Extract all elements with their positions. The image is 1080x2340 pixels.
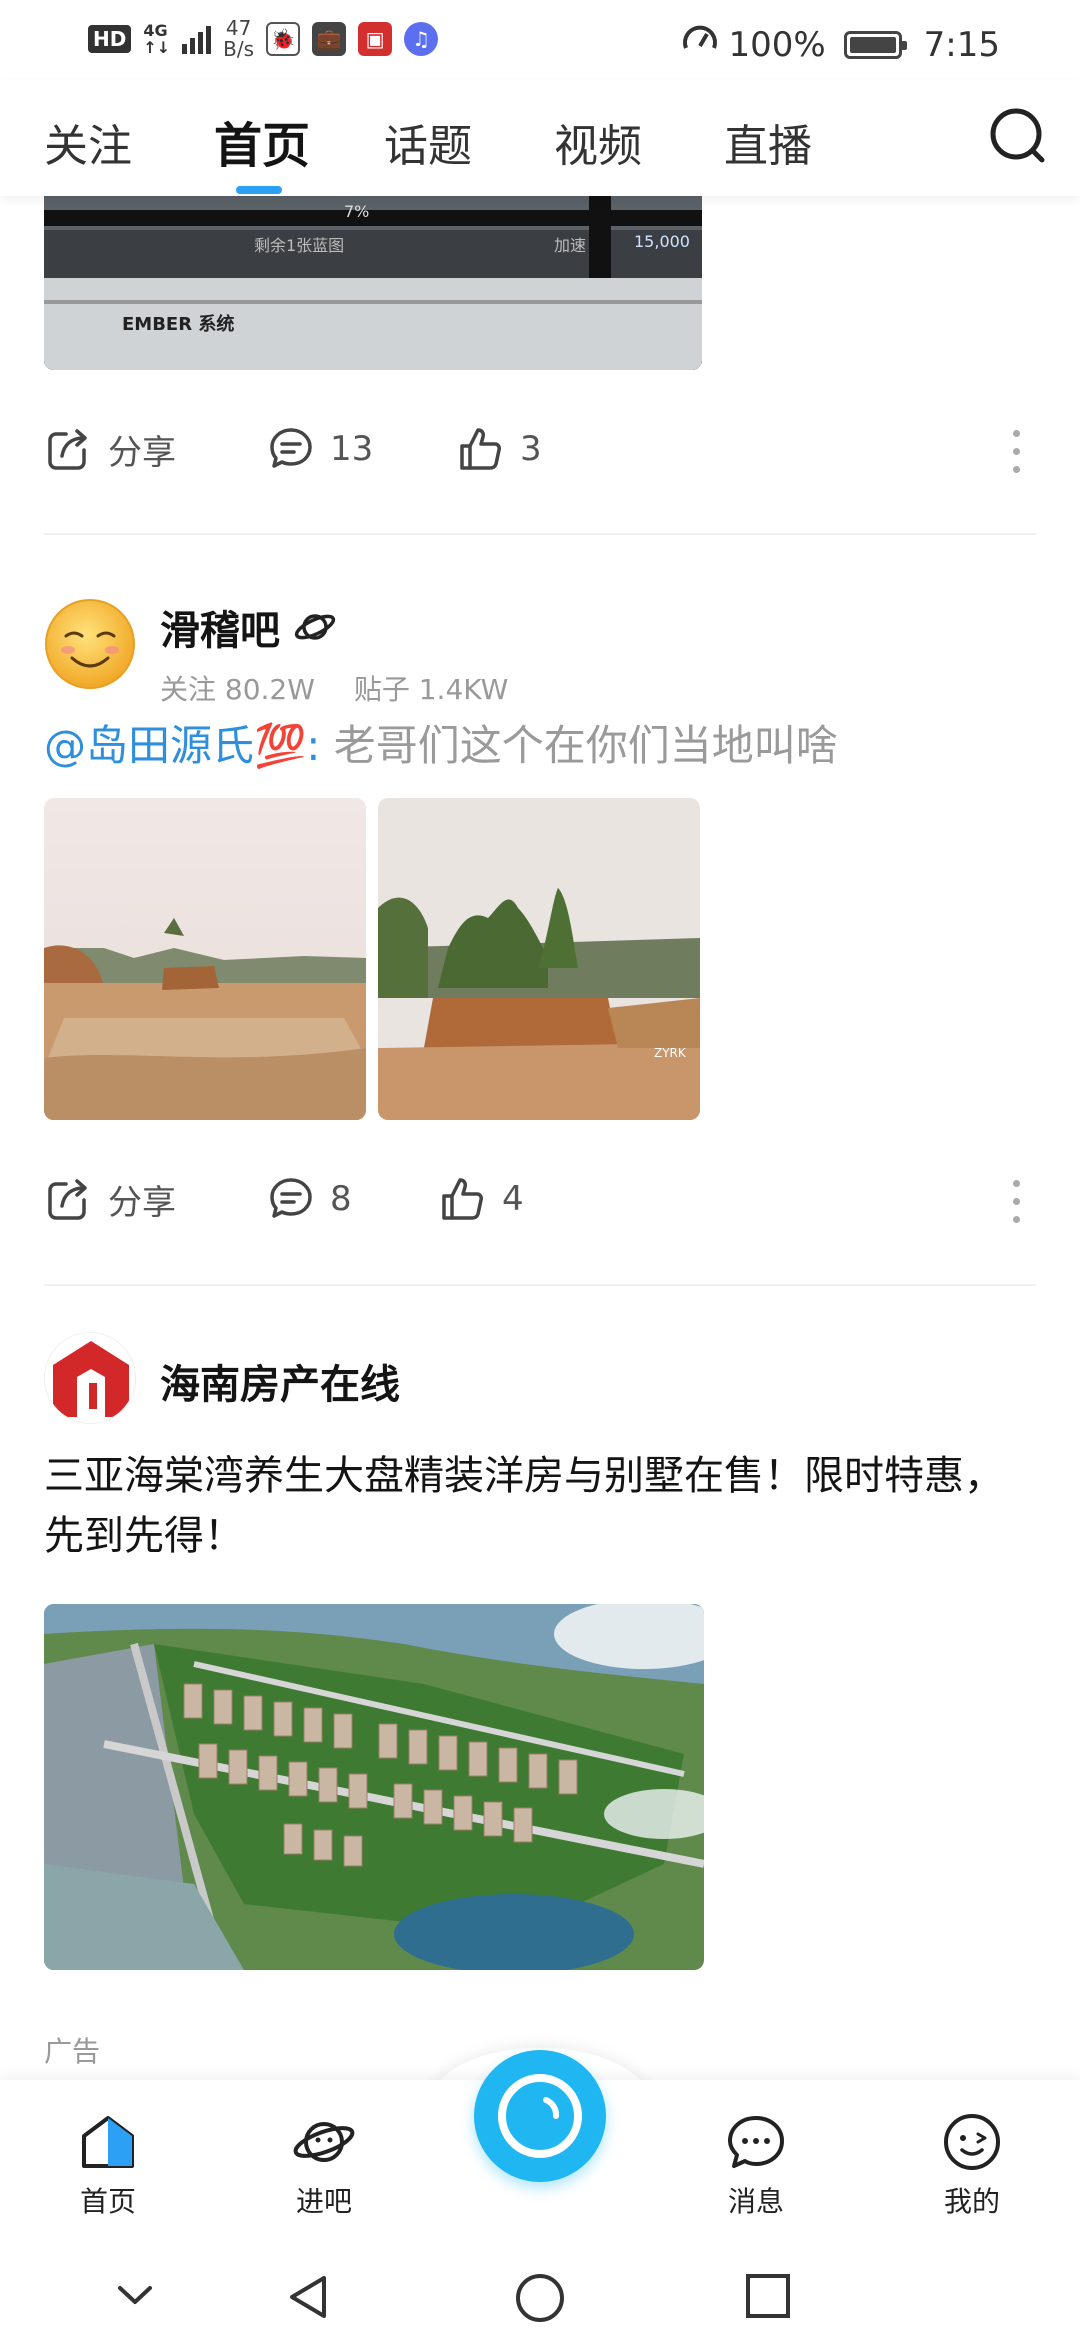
mention-link[interactable]: @岛田源氏💯 — [44, 721, 306, 770]
avatar[interactable] — [44, 598, 136, 690]
recent-apps-icon[interactable] — [744, 2272, 792, 2320]
tab-topics[interactable]: 话题 — [384, 110, 472, 174]
divider — [44, 533, 1036, 535]
more-options-icon[interactable] — [1010, 430, 1022, 482]
post2-posts: 贴子 1.4KW — [353, 673, 509, 706]
battery-percent: 100% — [728, 24, 826, 65]
post1-like-button[interactable]: 3 — [456, 424, 542, 474]
nav-forums[interactable]: 进吧 — [264, 2110, 384, 2220]
post1-image-system-label: EMBER 系统 — [122, 314, 235, 335]
post1-action-row: 分享 13 3 — [44, 424, 1036, 488]
wink-face-icon — [944, 2114, 1000, 2170]
chevron-down-icon[interactable] — [112, 2272, 158, 2318]
nav-forums-label: 进吧 — [295, 2185, 352, 2218]
post2-share-button[interactable]: 分享 — [44, 1174, 176, 1224]
post2-followers: 关注 80.2W — [160, 673, 315, 706]
post1-share-button[interactable]: 分享 — [44, 424, 176, 474]
status-bar: HD 4G ↑↓ 47 B/s 🐞 💼 ▣ ♫ 100% 7:15 — [0, 0, 1080, 80]
battery-icon — [843, 30, 907, 59]
camera-lens-icon — [498, 2074, 582, 2158]
post1-image-speedup: 加速 — [554, 236, 587, 255]
tab-follow[interactable]: 关注 — [44, 110, 132, 174]
signal-icon — [182, 24, 212, 54]
music-icon: ♫ — [404, 22, 439, 56]
post2-image-1[interactable] — [44, 798, 366, 1120]
tab-video[interactable]: 视频 — [554, 110, 642, 174]
post3-author-name[interactable]: 海南房产在线 — [160, 1352, 400, 1410]
post2-comment-button[interactable]: 8 — [266, 1174, 352, 1224]
post3-image[interactable] — [44, 1604, 704, 1970]
message-icon — [728, 2116, 784, 2168]
system-nav-bar — [0, 2258, 1080, 2340]
comment-count: 8 — [330, 1179, 352, 1219]
app-screen: HD 4G ↑↓ 47 B/s 🐞 💼 ▣ ♫ 100% 7:15 关注 首页 话题 — [0, 0, 1080, 2340]
post3-author[interactable]: 海南房产在线 — [44, 1332, 400, 1424]
network-type: 4G ↑↓ — [143, 21, 171, 57]
hd-badge: HD — [88, 25, 132, 53]
nav-messages[interactable]: 消息 — [696, 2110, 816, 2220]
share-icon — [48, 429, 87, 470]
home-icon — [82, 2116, 134, 2168]
like-count: 3 — [520, 429, 542, 469]
comment-count: 13 — [330, 429, 374, 469]
speedometer-icon — [680, 20, 720, 69]
thumbs-up-icon — [442, 1178, 483, 1220]
post1-comment-button[interactable]: 13 — [266, 424, 373, 474]
house-logo-icon — [45, 1333, 135, 1423]
post2-text[interactable]: @岛田源氏💯: 老哥们这个在你们当地叫啥 — [44, 716, 1034, 776]
briefcase-icon: 💼 — [312, 22, 347, 56]
back-icon[interactable] — [284, 2272, 334, 2322]
smiley-face-icon — [45, 599, 135, 689]
planet-icon — [294, 614, 336, 640]
red-app-icon: ▣ — [358, 22, 393, 56]
nav-home-label: 首页 — [79, 2185, 136, 2218]
thumbs-up-icon — [460, 428, 501, 470]
home-circle-icon[interactable] — [514, 2272, 566, 2324]
top-tab-bar: 关注 首页 话题 视频 直播 — [0, 80, 1080, 196]
active-tab-indicator — [236, 186, 282, 194]
mention-separator: : — [306, 721, 321, 770]
post2-author-name[interactable]: 滑稽吧 — [160, 598, 280, 656]
post2-author[interactable]: 滑稽吧 关注 80.2W 贴子 1.4KW — [44, 598, 538, 708]
nav-home[interactable]: 首页 — [48, 2110, 168, 2220]
post1-image-remaining: 剩余1张蓝图 — [254, 236, 345, 255]
share-icon — [48, 1179, 87, 1220]
search-icon[interactable] — [988, 106, 1048, 166]
post2-image-watermark: ZYRK — [654, 1046, 686, 1060]
nav-messages-label: 消息 — [727, 2185, 784, 2218]
post3-text[interactable]: 三亚海棠湾养生大盘精装洋房与别墅在售！限时特惠，先到先得！ — [44, 1446, 1034, 1566]
nav-profile-label: 我的 — [943, 2185, 1000, 2218]
planet-icon — [293, 2122, 355, 2162]
like-count: 4 — [502, 1179, 524, 1219]
post2-action-row: 分享 8 4 — [44, 1174, 1036, 1238]
post1-image-coins: 15,000 — [634, 232, 690, 251]
clock: 7:15 — [923, 24, 1000, 65]
center-post-button[interactable] — [474, 2050, 606, 2182]
share-label: 分享 — [108, 1182, 176, 1223]
avatar[interactable] — [44, 1332, 136, 1424]
network-speed: 47 B/s — [223, 16, 255, 61]
status-right: 100% 7:15 — [680, 20, 1000, 69]
divider — [44, 1284, 1036, 1286]
post2-image-2[interactable]: ZYRK — [378, 798, 700, 1120]
tab-live[interactable]: 直播 — [724, 110, 812, 174]
post1-image-percent: 7% — [344, 202, 370, 221]
nav-profile[interactable]: 我的 — [912, 2110, 1032, 2220]
notification-app-icon: 🐞 — [266, 22, 301, 56]
more-options-icon[interactable] — [1010, 1180, 1022, 1232]
post2-body: 老哥们这个在你们当地叫啥 — [320, 721, 838, 770]
tab-home[interactable]: 首页 — [214, 106, 310, 176]
post2-like-button[interactable]: 4 — [438, 1174, 524, 1224]
comment-icon — [270, 1178, 312, 1218]
ad-label: 广告 — [44, 2035, 101, 2068]
status-left: HD 4G ↑↓ 47 B/s 🐞 💼 ▣ ♫ — [88, 16, 439, 61]
share-label: 分享 — [108, 432, 176, 473]
comment-icon — [270, 428, 312, 468]
